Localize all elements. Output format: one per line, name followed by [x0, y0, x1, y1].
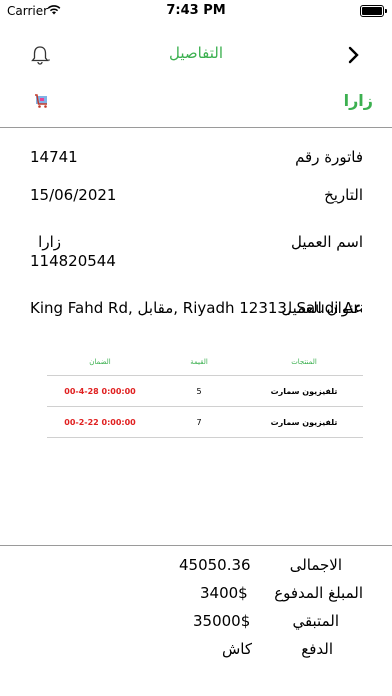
warranty-cell: 00-4-28 0:00:00 — [47, 375, 153, 407]
total-label: الاجمالى — [289, 556, 342, 574]
invoice-number-label: فاتورة رقم — [295, 148, 363, 166]
items-table: الضمان القيمة المنتجات 00-4-28 0:00:00 5… — [47, 349, 363, 438]
product-cell: تلفيزيون سمارت — [245, 375, 363, 407]
table-row: 00-2-22 0:00:00 7 تلفيزيون سمارت — [47, 406, 363, 438]
date-value: 15/06/2021 — [30, 186, 117, 204]
paid-label: المبلغ المدفوع — [274, 584, 363, 602]
payment-label: الدفع — [301, 640, 333, 658]
payment-value: كاش — [222, 640, 253, 658]
status-bar: Carrier 7:43 PM — [0, 0, 392, 22]
warranty-header: الضمان — [47, 349, 153, 376]
product-header: المنتجات — [245, 349, 363, 376]
value-header: القيمة — [153, 349, 245, 376]
page-title: التفاصيل — [168, 44, 224, 62]
battery-icon — [360, 5, 387, 17]
store-name: زارا — [343, 91, 373, 110]
divider — [0, 127, 392, 128]
table-row: 00-4-28 0:00:00 5 تلفيزيون سمارت — [47, 375, 363, 407]
invoice-number-value: 14741 — [30, 148, 78, 166]
warranty-cell: 00-2-22 0:00:00 — [47, 406, 153, 438]
paid-value: 3400$ — [200, 584, 248, 602]
remaining-label: المتبقي — [292, 612, 339, 630]
value-cell: 7 — [153, 406, 245, 438]
total-value: 45050.36 — [179, 556, 251, 574]
divider — [0, 545, 392, 546]
remaining-value: 35000$ — [193, 612, 251, 630]
product-cell: تلفيزيون سمارت — [245, 406, 363, 438]
customer-name-label: اسم العميل — [290, 233, 363, 251]
customer-name-value: زارا — [38, 233, 61, 251]
chevron-right-icon[interactable] — [346, 46, 362, 64]
date-label: التاريخ — [324, 186, 363, 204]
customer-phone-value: 114820544 — [30, 252, 116, 270]
customer-address-value: King Fahd Rd, مقابل, Riyadh 12313, Saudi… — [30, 299, 362, 317]
shopping-cart-icon — [35, 94, 47, 108]
value-cell: 5 — [153, 375, 245, 407]
status-time: 7:43 PM — [166, 3, 226, 18]
table-header-row: الضمان القيمة المنتجات — [47, 349, 363, 376]
